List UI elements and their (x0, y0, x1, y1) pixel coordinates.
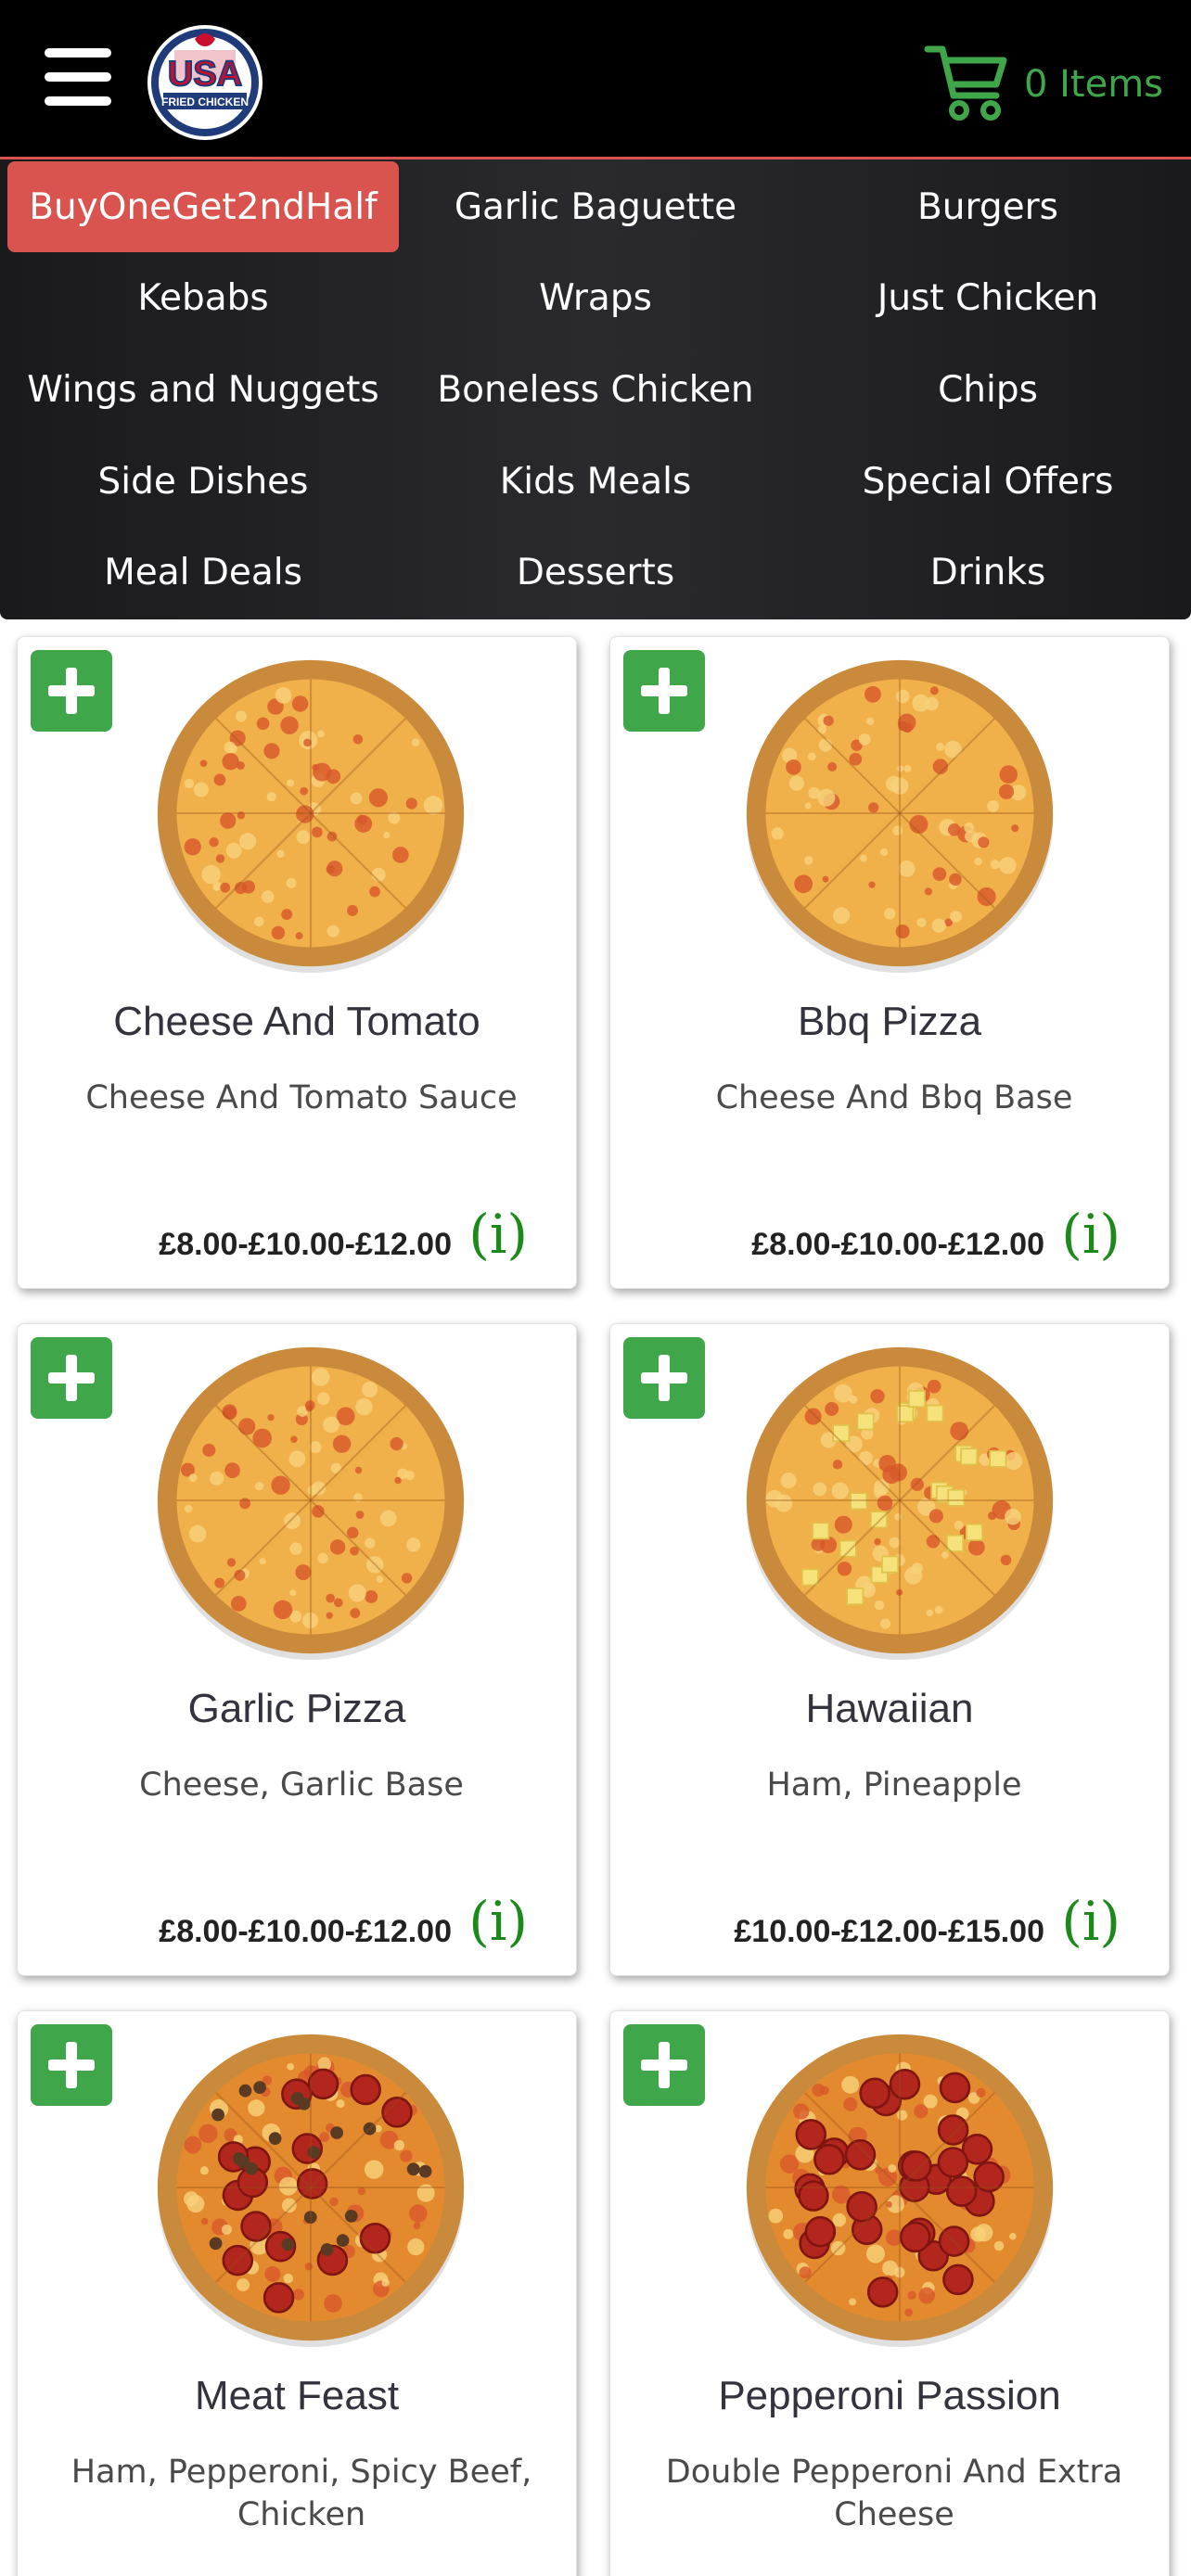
category-boneless-chicken[interactable]: Boneless Chicken (400, 344, 791, 435)
add-to-cart-plus-icon[interactable] (623, 2024, 705, 2106)
product-card[interactable]: Cheese And Tomato Cheese And Tomato Sauc… (17, 636, 577, 1289)
category-burgers[interactable]: Burgers (792, 161, 1184, 252)
product-price: £8.00-£10.00-£12.00 (159, 1227, 452, 1262)
pizza-image (151, 654, 470, 973)
pizza-image (151, 2028, 470, 2347)
pizza-image (740, 2028, 1059, 2347)
product-card[interactable]: Hawaiian Ham, Pineapple £10.00-£12.00-£1… (609, 1323, 1170, 1976)
category-chips[interactable]: Chips (792, 344, 1184, 435)
product-card[interactable]: Bbq Pizza Cheese And Bbq Base £8.00-£10.… (609, 636, 1170, 1289)
info-icon[interactable]: (i) (468, 1890, 528, 1953)
category-meal-deals[interactable]: Meal Deals (7, 527, 399, 618)
product-description: Double Pepperoni And Extra Cheese (665, 2454, 1123, 2533)
add-to-cart-plus-icon[interactable] (623, 1337, 705, 1419)
category-side-dishes[interactable]: Side Dishes (7, 436, 399, 527)
svg-text:USA: USA (168, 55, 242, 94)
category-desserts[interactable]: Desserts (400, 527, 791, 618)
info-icon[interactable]: (i) (1061, 1890, 1121, 1953)
product-description: Ham, Pineapple (766, 1766, 1022, 1804)
product-description: Cheese And Tomato Sauce (85, 1079, 518, 1116)
category-kids-meals[interactable]: Kids Meals (400, 436, 791, 527)
product-card[interactable]: Meat Feast Ham, Pepperoni, Spicy Beef, C… (17, 2010, 577, 2576)
product-name: Cheese And Tomato (113, 999, 480, 1044)
product-price: £8.00-£10.00-£12.00 (159, 1914, 452, 1949)
add-to-cart-plus-icon[interactable] (623, 650, 705, 732)
cart-count: 0 Items (1023, 63, 1163, 106)
pizza-image (740, 1341, 1059, 1660)
product-name: Hawaiian (805, 1686, 974, 1731)
menu-icon[interactable] (45, 48, 111, 106)
product-name: Garlic Pizza (187, 1686, 406, 1731)
pizza-image (151, 1341, 470, 1660)
product-price: £8.00-£10.00-£12.00 (751, 1227, 1044, 1262)
product-price: £10.00-£12.00-£15.00 (734, 1914, 1044, 1949)
category-wraps[interactable]: Wraps (400, 252, 791, 343)
product-name: Meat Feast (194, 2373, 400, 2418)
category-special-offers[interactable]: Special Offers (792, 436, 1184, 527)
category-nav: BuyOneGet2ndHalf Garlic Baguette Burgers… (0, 159, 1191, 619)
add-to-cart-plus-icon[interactable] (31, 1337, 112, 1419)
info-icon[interactable]: (i) (468, 1203, 528, 1266)
pizza-image (740, 654, 1059, 973)
svg-text:FRIED CHICKEN: FRIED CHICKEN (161, 96, 249, 108)
product-description: Ham, Pepperoni, Spicy Beef, Chicken (70, 2454, 532, 2533)
category-just-chicken[interactable]: Just Chicken (792, 252, 1184, 343)
category-drinks[interactable]: Drinks (792, 527, 1184, 618)
product-name: Pepperoni Passion (718, 2373, 1061, 2418)
category-kebabs[interactable]: Kebabs (7, 252, 399, 343)
product-name: Bbq Pizza (797, 999, 982, 1044)
product-description: Cheese And Bbq Base (715, 1079, 1073, 1116)
category-buyoneget2ndhalf[interactable]: BuyOneGet2ndHalf (7, 161, 399, 252)
cart-icon (924, 42, 1009, 127)
info-icon[interactable]: (i) (1061, 1203, 1121, 1266)
product-card[interactable]: Garlic Pizza Cheese, Garlic Base £8.00-£… (17, 1323, 577, 1976)
category-wings-and-nuggets[interactable]: Wings and Nuggets (7, 344, 399, 435)
top-header: USA FRIED CHICKEN 0 Items (0, 0, 1191, 159)
category-garlic-baguette[interactable]: Garlic Baguette (400, 161, 791, 252)
product-description: Cheese, Garlic Base (139, 1766, 464, 1804)
brand-logo[interactable]: USA FRIED CHICKEN (147, 24, 263, 141)
add-to-cart-plus-icon[interactable] (31, 2024, 112, 2106)
add-to-cart-plus-icon[interactable] (31, 650, 112, 732)
cart-button[interactable]: 0 Items (924, 43, 1163, 126)
product-card[interactable]: Pepperoni Passion Double Pepperoni And E… (609, 2010, 1170, 2576)
